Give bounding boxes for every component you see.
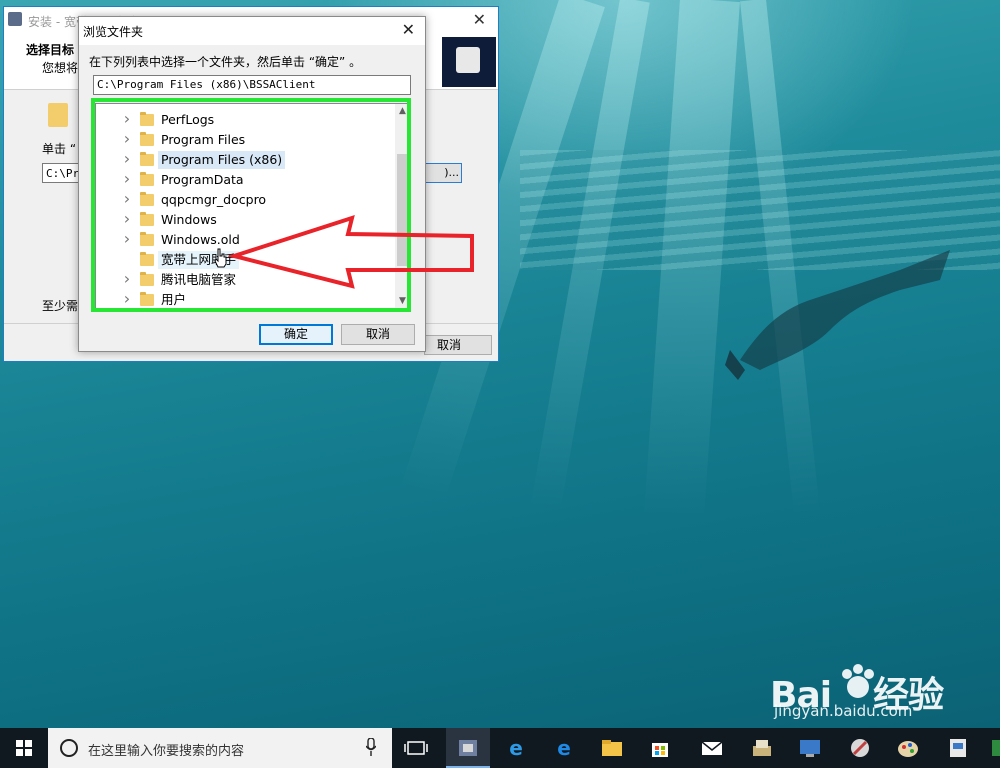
tree-item-label: PerfLogs: [161, 112, 215, 127]
taskbar-search-box[interactable]: 在这里输入你要搜索的内容: [48, 728, 392, 768]
folder-icon: [48, 103, 68, 127]
tree-item[interactable]: › PerfLogs: [96, 109, 396, 130]
dialog-close-icon[interactable]: ✕: [402, 20, 415, 39]
folder-icon: [140, 272, 154, 286]
folder-icon: [140, 212, 154, 226]
folder-icon: [140, 292, 154, 306]
chevron-right-icon[interactable]: ›: [122, 189, 132, 208]
installer-heading: 选择目标: [26, 43, 75, 57]
installer-logo-icon: [442, 37, 496, 87]
windows-start-icon[interactable]: [0, 728, 48, 768]
folder-icon: [140, 152, 154, 166]
search-placeholder: 在这里输入你要搜索的内容: [88, 744, 245, 759]
microphone-icon[interactable]: [366, 738, 376, 756]
installer-cancel-button[interactable]: 取消: [424, 335, 492, 355]
folder-icon: [140, 112, 154, 126]
folder-icon: [140, 172, 154, 186]
paw-logo-icon: [842, 664, 874, 698]
folder-icon: [140, 232, 154, 246]
installer-app-icon[interactable]: [454, 734, 482, 762]
svg-text:e: e: [557, 736, 571, 760]
tree-item[interactable]: › 腾讯电脑管家: [96, 269, 396, 290]
folder-icon: [140, 192, 154, 206]
tree-item-label: ProgramData: [161, 172, 244, 187]
folder-icon: [140, 252, 154, 266]
tree-item-label: qqpcmgr_docpro: [161, 192, 267, 207]
tree-item-label: Windows.old: [161, 232, 240, 247]
tree-item[interactable]: › Program Files (x86): [96, 149, 396, 170]
ok-button[interactable]: 确定: [259, 324, 333, 345]
app-icon-4[interactable]: [894, 734, 922, 762]
chevron-right-icon[interactable]: ›: [122, 209, 132, 228]
tree-item[interactable]: › 用户: [96, 289, 396, 308]
dialog-title: 浏览文件夹: [83, 25, 144, 39]
hand-cursor-icon: [214, 248, 227, 268]
tree-item[interactable]: › qqpcmgr_docpro: [96, 189, 396, 210]
tree-item[interactable]: › Windows.old: [96, 229, 396, 250]
app-icon-2[interactable]: [796, 734, 824, 762]
installer-app-icon: [8, 12, 22, 26]
edge-icon[interactable]: e: [550, 734, 578, 762]
scroll-down-icon[interactable]: ▼: [395, 294, 410, 308]
chevron-right-icon[interactable]: ›: [122, 289, 132, 308]
watermark-url: jingyan.baidu.com: [774, 702, 913, 720]
baidu-watermark: Bai 经验 jingyan.baidu.com: [760, 662, 950, 720]
chevron-right-icon[interactable]: ›: [122, 149, 132, 168]
internet-explorer-icon[interactable]: e: [502, 734, 530, 762]
chevron-right-icon[interactable]: ›: [122, 129, 132, 148]
browse-folder-dialog: 浏览文件夹 ✕ 在下列列表中选择一个文件夹，然后单击 “确定” 。 C:\Pro…: [78, 16, 426, 352]
cancel-button[interactable]: 取消: [341, 324, 415, 345]
tree-item[interactable]: › ProgramData: [96, 169, 396, 190]
tree-item-label: Program Files (x86): [158, 151, 286, 169]
folder-tree-scrollbar[interactable]: ▲ ▼: [395, 104, 410, 308]
installer-subtitle: 您想将: [42, 61, 79, 75]
app-icon-6[interactable]: [990, 734, 1000, 762]
tree-item-label: Program Files: [161, 132, 246, 147]
tree-item[interactable]: 宽带上网助手: [96, 250, 396, 270]
installer-path-field[interactable]: C:\Pr: [42, 163, 82, 183]
app-icon-3[interactable]: [846, 734, 874, 762]
tree-item[interactable]: › Windows: [96, 209, 396, 230]
chevron-right-icon[interactable]: ›: [122, 269, 132, 288]
chevron-right-icon[interactable]: ›: [122, 229, 132, 248]
app-icon-1[interactable]: [748, 734, 776, 762]
scroll-thumb[interactable]: [397, 154, 408, 266]
tree-item[interactable]: › Program Files: [96, 129, 396, 150]
installer-space-note: 至少需: [42, 299, 79, 313]
app-icon-5[interactable]: [944, 734, 972, 762]
folder-tree[interactable]: ▲ ▼ › PerfLogs › Program Files › Program File…: [95, 103, 411, 309]
store-icon[interactable]: [646, 734, 674, 762]
chevron-right-icon[interactable]: ›: [122, 169, 132, 188]
scroll-up-icon[interactable]: ▲: [395, 104, 410, 118]
dialog-path-field[interactable]: C:\Program Files (x86)\BSSAClient: [93, 75, 411, 95]
cortana-icon: [60, 739, 78, 757]
installer-click-hint: 单击 “: [42, 142, 77, 156]
dialog-titlebar: 浏览文件夹 ✕: [79, 17, 425, 45]
file-explorer-icon[interactable]: [598, 734, 626, 762]
tree-item-label: Windows: [161, 212, 217, 227]
tree-item-label: 腾讯电脑管家: [161, 272, 237, 287]
taskbar: 在这里输入你要搜索的内容 e e: [0, 728, 1000, 768]
diver-figure: [725, 250, 950, 380]
chevron-right-icon[interactable]: ›: [122, 109, 132, 128]
task-view-icon[interactable]: [402, 734, 430, 762]
mail-icon[interactable]: [698, 734, 726, 762]
dialog-instruction: 在下列列表中选择一个文件夹，然后单击 “确定” 。: [89, 55, 362, 69]
installer-browse-button[interactable]: )...: [424, 163, 462, 183]
svg-text:e: e: [509, 736, 523, 760]
folder-icon: [140, 132, 154, 146]
tree-item-label: 用户: [161, 292, 187, 307]
installer-close-icon[interactable]: ✕: [473, 10, 486, 29]
